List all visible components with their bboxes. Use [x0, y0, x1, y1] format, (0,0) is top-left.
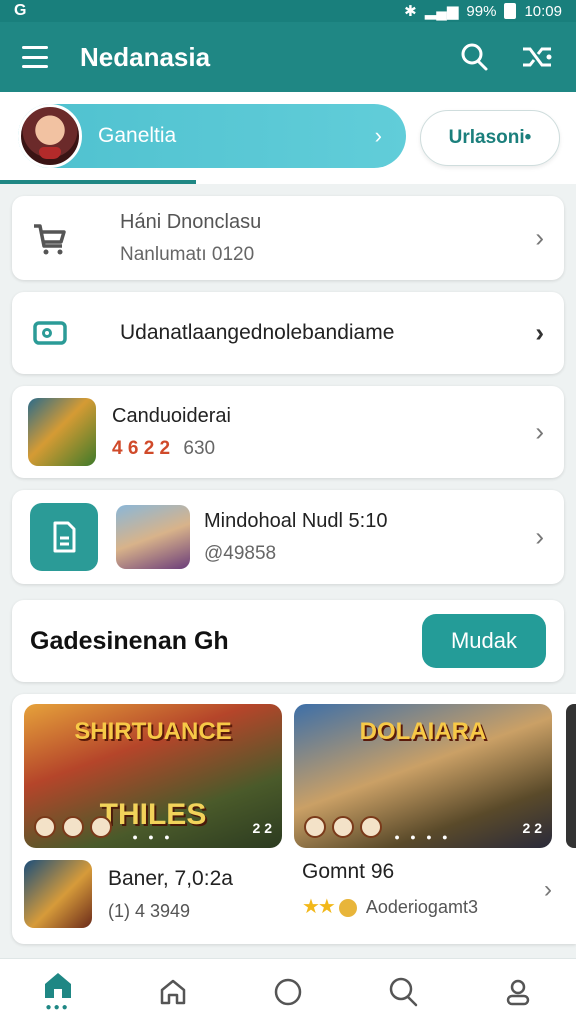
cart-icon: [34, 224, 66, 255]
game-meta: ★★ Aoderiogamt3: [302, 894, 478, 919]
nav-profile[interactable]: [488, 964, 548, 1020]
game-banner: DOLAIARA 2 2 ● ● ● ●: [294, 704, 552, 848]
item-title: Háni Dnonclasu: [120, 210, 262, 233]
document-icon: [30, 503, 98, 571]
bottom-nav: ●●●: [0, 958, 576, 1024]
game-name: Gomnt 96: [302, 860, 395, 883]
app-bar: Nedanasia: [0, 22, 576, 92]
profile-name: Ganeltia: [98, 124, 177, 147]
status-right: ✱ ▂▄▆ 99% 10:09: [404, 2, 562, 21]
app-actions: [458, 41, 554, 73]
active-indicator: ●●●: [45, 1002, 70, 1013]
menu-icon[interactable]: [22, 46, 48, 68]
game-meta-text: Aoderiogamt3: [365, 897, 478, 917]
carousel-dots: ● ● ●: [132, 832, 174, 842]
tab-indicator: [0, 180, 196, 184]
profile-icon: [507, 979, 530, 1005]
status-bar: G ✱ ▂▄▆ 99% 10:09: [0, 0, 576, 22]
search-icon[interactable]: [458, 41, 490, 73]
battery-icon: [504, 3, 517, 19]
carousel-dots: ● ● ● ●: [394, 832, 452, 842]
item-title: Udanatlaangednolebandiame: [120, 321, 395, 344]
wallet-icon: [33, 321, 67, 345]
game-card[interactable]: DOLAIARA 2 2 ● ● ● ● Gomnt 96 ★★ Aoderio…: [294, 704, 552, 919]
list-item-game[interactable]: Canduoiderai 4 6 2 2 630 ›: [12, 386, 564, 478]
game-thumbnail: [116, 505, 190, 569]
heart-search-icon: [389, 977, 418, 1006]
rating-stars: ★★: [302, 896, 336, 918]
app-title: Nedanasia: [80, 41, 211, 72]
chevron-right-icon: ›: [535, 416, 544, 447]
item-title: Canduoiderai: [112, 404, 231, 427]
circle-icon: [274, 978, 302, 1005]
nav-circle[interactable]: [258, 964, 318, 1020]
home-outline-icon: [160, 979, 186, 1004]
item-subtitle: @49858: [204, 542, 277, 564]
game-thumbnail: [24, 860, 92, 928]
list-item-orders[interactable]: Háni Dnonclasu Nanlumatı 0120 ›: [12, 196, 564, 280]
coin-icon: [338, 899, 357, 918]
clock: 10:09: [524, 2, 562, 20]
item-subtitle: Nanlumatı 0120: [120, 243, 255, 265]
chevron-right-icon: ›: [544, 875, 552, 903]
item-subtitle: 4 6 2 2 630: [112, 438, 231, 460]
chevron-right-icon: ›: [374, 123, 382, 148]
battery-percent: 99%: [466, 2, 497, 20]
item-title: Mindohoal Nudl 5:10: [204, 509, 388, 532]
bluetooth-icon: ✱: [404, 3, 417, 20]
games-carousel[interactable]: SHIRTUANCE THILES 2 2 ● ● ● Baner, 7,0:2…: [12, 694, 576, 944]
game-card[interactable]: SHIRTUANCE THILES 2 2 ● ● ● Baner, 7,0:2…: [24, 704, 282, 928]
section-button[interactable]: Mudak: [422, 614, 546, 668]
chevron-right-icon: ›: [535, 521, 544, 552]
signal-icon: ▂▄▆: [424, 3, 459, 20]
game-banner: SHIRTUANCE THILES 2 2 ● ● ●: [24, 704, 282, 848]
nav-home[interactable]: ●●●: [28, 964, 88, 1020]
nav-home-outline[interactable]: [143, 964, 203, 1020]
home-filled-icon: [44, 973, 71, 998]
list-item-document[interactable]: Mindohoal Nudl 5:10 @49858 ›: [12, 490, 564, 584]
item-value: 630: [183, 437, 216, 459]
game-meta: (1) 4 3949: [108, 900, 191, 921]
profile-pill[interactable]: Ganeltia ›: [18, 104, 406, 168]
section-title: Gadesinenan Gh: [30, 626, 229, 655]
list-item-wallet[interactable]: Udanatlaangednolebandiame ›: [12, 292, 564, 374]
chevron-right-icon: ›: [535, 317, 544, 348]
status-left: G: [14, 2, 27, 19]
game-card-peek: [566, 704, 576, 848]
section-header: Gadesinenan Gh Mudak: [12, 600, 564, 682]
avatar: [18, 104, 82, 168]
shuffle-icon[interactable]: [520, 42, 554, 72]
nav-search[interactable]: [373, 964, 433, 1020]
banner-title: DOLAIARA: [359, 718, 487, 745]
banner-title: SHIRTUANCE: [74, 718, 232, 745]
game-name: Baner, 7,0:2a: [108, 866, 233, 890]
chevron-right-icon: ›: [535, 222, 544, 253]
profile-action-button[interactable]: Urlasoni•: [420, 110, 560, 166]
game-thumbnail: [28, 398, 96, 466]
item-highlight: 4 6 2 2: [112, 437, 171, 459]
